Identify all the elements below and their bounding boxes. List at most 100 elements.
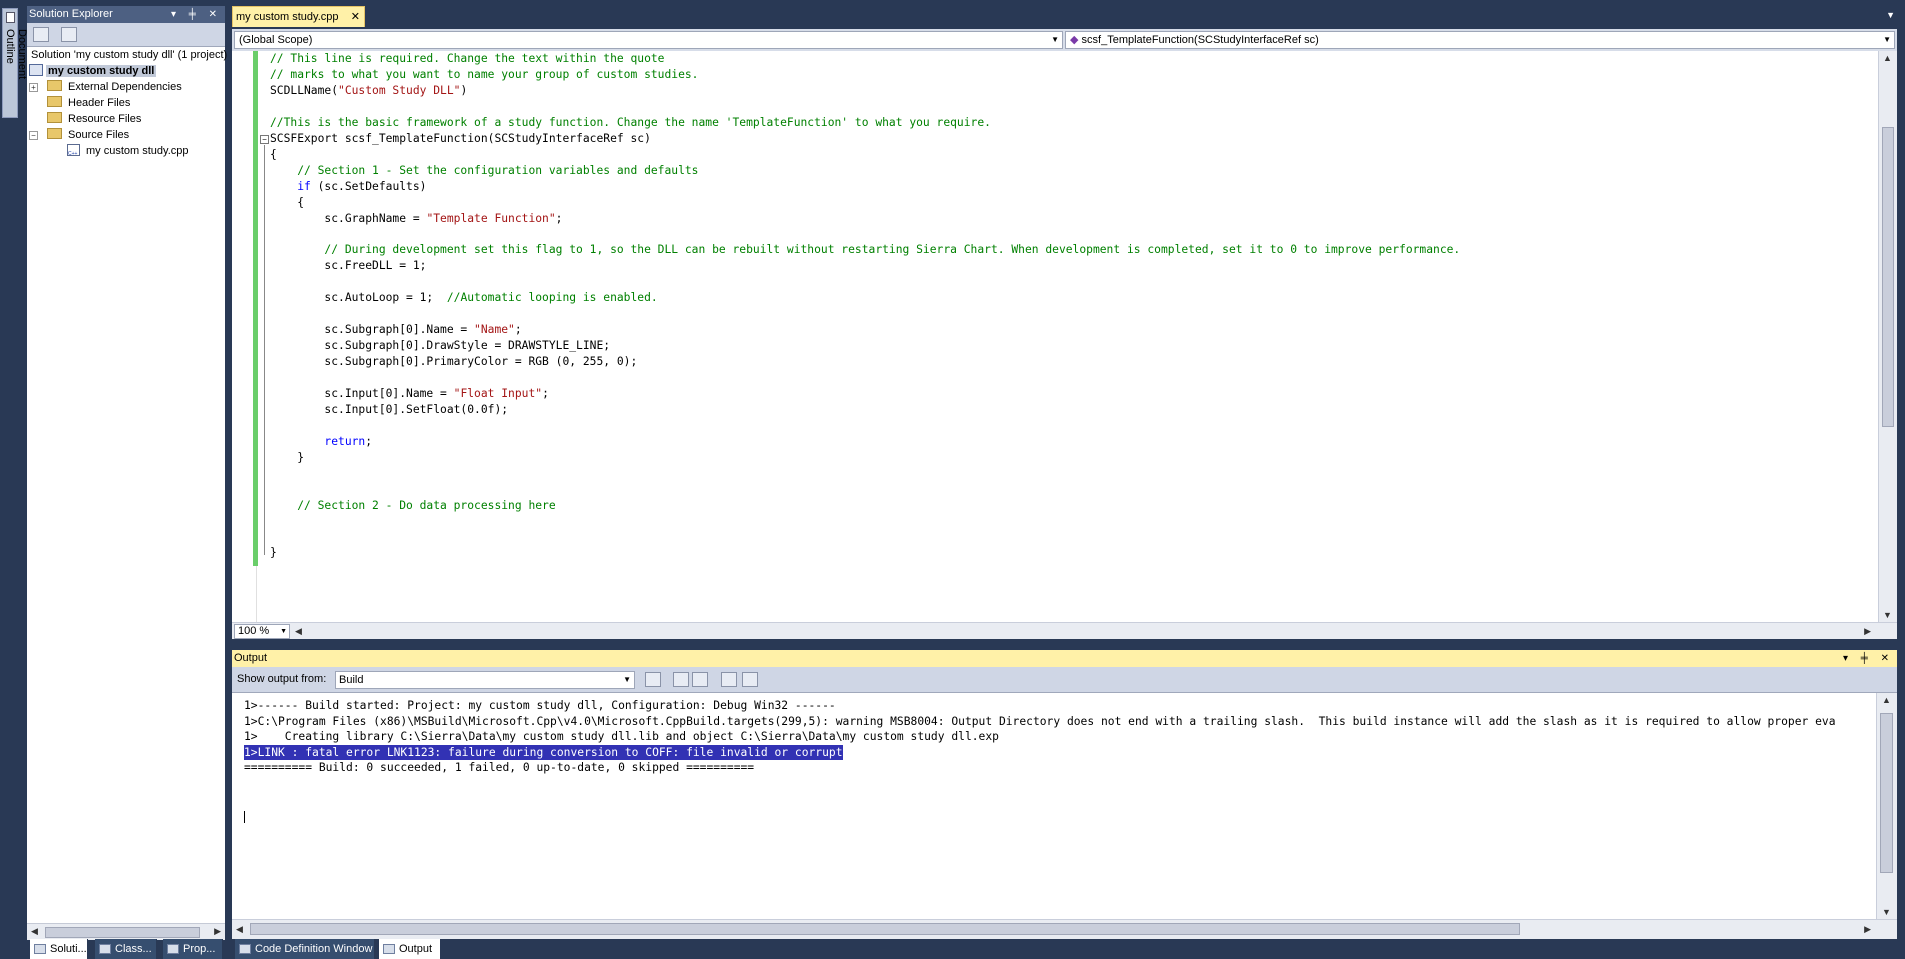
outlining-margin — [258, 51, 262, 566]
code-token: (sc.SetDefaults) — [310, 179, 427, 193]
code-line[interactable]: if (sc.SetDefaults) — [270, 179, 426, 195]
code-token: SCDLLName( — [270, 83, 339, 97]
code-line[interactable]: //This is the basic framework of a study… — [270, 115, 991, 131]
code-line[interactable]: sc.Subgraph[0].PrimaryColor = RGB (0, 25… — [270, 354, 637, 370]
output-title: Output — [234, 652, 268, 664]
close-icon[interactable]: ✕ — [351, 7, 360, 27]
code-line[interactable]: // Section 1 - Set the configuration var… — [270, 163, 698, 179]
output-hscrollbar[interactable]: ◀ ▶ — [232, 919, 1897, 939]
output-icon — [383, 944, 395, 954]
tree-item-label: Header Files — [68, 97, 131, 109]
document-outline-tab[interactable]: Document Outline — [2, 8, 28, 118]
tree-item-header-files[interactable]: Header Files — [47, 95, 132, 111]
solution-explorer-hscrollbar[interactable]: ◀ ▶ — [27, 923, 225, 940]
output-line[interactable]: ========== Build: 0 succeeded, 1 failed,… — [244, 760, 754, 775]
code-token: sc.Subgraph[0].Name = — [270, 323, 475, 337]
collapse-icon[interactable]: − — [260, 135, 269, 144]
code-token: sc.Subgraph[0].PrimaryColor = RGB (0, 25… — [270, 355, 638, 369]
code-token: sc.AutoLoop = 1; — [270, 291, 447, 305]
code-line[interactable]: } — [270, 545, 277, 561]
word-wrap-icon[interactable] — [742, 672, 758, 687]
tree-item-label: Source Files — [68, 129, 130, 141]
tree-item-cpp-file[interactable]: my custom study.cpp — [67, 143, 191, 162]
scroll-left-icon[interactable]: ◀ — [236, 924, 243, 935]
output-line-selected[interactable]: 1>LINK : fatal error LNK1123: failure du… — [244, 744, 843, 760]
clear-all-icon[interactable] — [721, 672, 737, 687]
code-line[interactable]: { — [270, 147, 277, 163]
code-line[interactable]: sc.Input[0].Name = "Float Input"; — [270, 386, 548, 402]
tab-class-view[interactable]: Class... — [95, 939, 157, 959]
code-line[interactable]: return; — [270, 434, 372, 450]
solution-explorer-titlebar[interactable]: Solution Explorer ▾ ╪ ✕ — [27, 6, 225, 23]
output-text[interactable]: 1>------ Build started: Project: my cust… — [232, 693, 1876, 919]
scroll-right-icon[interactable]: ▶ — [1864, 924, 1871, 935]
code-line[interactable]: { — [270, 195, 304, 211]
editor-vscrollbar[interactable]: ▲ ▼ — [1878, 51, 1897, 622]
tab-code-definition-window[interactable]: Code Definition Window — [235, 939, 375, 959]
expand-icon[interactable]: + — [29, 83, 38, 92]
tree-item-source-files[interactable]: Source Files — [47, 127, 131, 143]
tree-item-label: Solution 'my custom study dll' (1 projec… — [31, 49, 228, 61]
panel-window-buttons[interactable]: ▾ ╪ ✕ — [1843, 650, 1894, 667]
tree-item-resource-files[interactable]: Resource Files — [47, 111, 143, 127]
code-line[interactable]: sc.GraphName = "Template Function"; — [270, 211, 562, 227]
show-output-from-dropdown[interactable]: Build ▼ — [335, 671, 635, 689]
collapse-icon[interactable]: − — [29, 131, 38, 140]
code-text[interactable]: // This line is required. Change the tex… — [270, 51, 1860, 611]
scrollbar-thumb[interactable] — [1880, 713, 1893, 873]
solution-explorer-panel: Solution Explorer ▾ ╪ ✕ Solution 'my cus… — [27, 6, 227, 959]
next-message-icon[interactable] — [692, 672, 708, 687]
scrollbar-thumb[interactable] — [250, 923, 1520, 935]
code-line[interactable]: } — [270, 450, 304, 466]
code-token: ; — [514, 323, 522, 337]
scroll-left-icon[interactable]: ◀ — [31, 926, 38, 937]
tab-properties[interactable]: Prop... — [163, 939, 223, 959]
code-editor[interactable]: − // This line is required. Change the t… — [232, 51, 1897, 622]
code-line[interactable]: sc.AutoLoop = 1; //Automatic looping is … — [270, 290, 657, 306]
code-line[interactable]: SCDLLName("Custom Study DLL") — [270, 83, 467, 99]
scroll-right-icon[interactable]: ▶ — [1864, 626, 1871, 637]
output-line[interactable]: 1>------ Build started: Project: my cust… — [244, 698, 836, 713]
code-line[interactable]: sc.Input[0].SetFloat(0.0f); — [270, 402, 508, 418]
show-all-files-button[interactable] — [61, 27, 77, 42]
code-line[interactable]: sc.FreeDLL = 1; — [270, 258, 426, 274]
output-line[interactable]: 1> Creating library C:\Sierra\Data\my cu… — [244, 729, 999, 744]
code-line[interactable]: // During development set this flag to 1… — [270, 242, 1460, 258]
output-vscrollbar[interactable]: ▲ ▼ — [1876, 693, 1897, 919]
code-line[interactable]: SCSFExport scsf_TemplateFunction(SCStudy… — [270, 131, 651, 147]
find-message-icon[interactable] — [645, 672, 661, 687]
scrollbar-thumb[interactable] — [45, 927, 200, 938]
code-token: //This is the basic framework of a study… — [270, 115, 991, 129]
scroll-down-icon[interactable]: ▼ — [1882, 907, 1891, 917]
tree-item-label: Resource Files — [68, 113, 142, 125]
code-token: SCSFExport scsf_TemplateFunction(SCStudy… — [270, 131, 651, 145]
output-line[interactable]: 1>C:\Program Files (x86)\MSBuild\Microso… — [244, 714, 1836, 729]
output-titlebar[interactable]: Output ▾ ╪ ✕ — [232, 650, 1897, 667]
scroll-up-icon[interactable]: ▲ — [1882, 695, 1891, 705]
panel-window-buttons[interactable]: ▾ ╪ ✕ — [171, 6, 222, 23]
tree-item-solution[interactable]: Solution 'my custom study dll' (1 projec… — [29, 47, 229, 63]
tab-solution-explorer[interactable]: Soluti... — [30, 939, 88, 959]
scroll-right-icon[interactable]: ▶ — [214, 926, 221, 937]
tree-item-external-dependencies[interactable]: External Dependencies — [47, 79, 184, 95]
scroll-up-icon[interactable]: ▲ — [1883, 53, 1892, 63]
code-line[interactable]: // Section 2 - Do data processing here — [270, 498, 555, 514]
chevron-down-icon[interactable]: ▼ — [1886, 10, 1895, 20]
code-line[interactable]: // marks to what you want to name your g… — [270, 67, 698, 83]
scope-dropdown[interactable]: (Global Scope) ▼ — [234, 31, 1063, 49]
zoom-dropdown[interactable]: 100 % ▼ — [234, 624, 290, 639]
scrollbar-thumb[interactable] — [1882, 127, 1894, 427]
scroll-down-icon[interactable]: ▼ — [1883, 610, 1892, 620]
tree-item-project[interactable]: my custom study dll — [29, 63, 157, 79]
tab-output[interactable]: Output — [379, 939, 441, 959]
code-line[interactable]: // This line is required. Change the tex… — [270, 51, 664, 67]
function-dropdown[interactable]: ◆ scsf_TemplateFunction(SCStudyInterface… — [1065, 31, 1895, 49]
tab-my-custom-study-cpp[interactable]: my custom study.cpp ✕ — [232, 6, 365, 27]
code-token: sc.Input[0].Name = — [270, 386, 454, 400]
scroll-left-icon[interactable]: ◀ — [295, 626, 302, 637]
properties-button[interactable] — [33, 27, 49, 42]
code-line[interactable]: sc.Subgraph[0].DrawStyle = DRAWSTYLE_LIN… — [270, 338, 610, 354]
prev-message-icon[interactable] — [673, 672, 689, 687]
code-line[interactable]: sc.Subgraph[0].Name = "Name"; — [270, 322, 522, 338]
